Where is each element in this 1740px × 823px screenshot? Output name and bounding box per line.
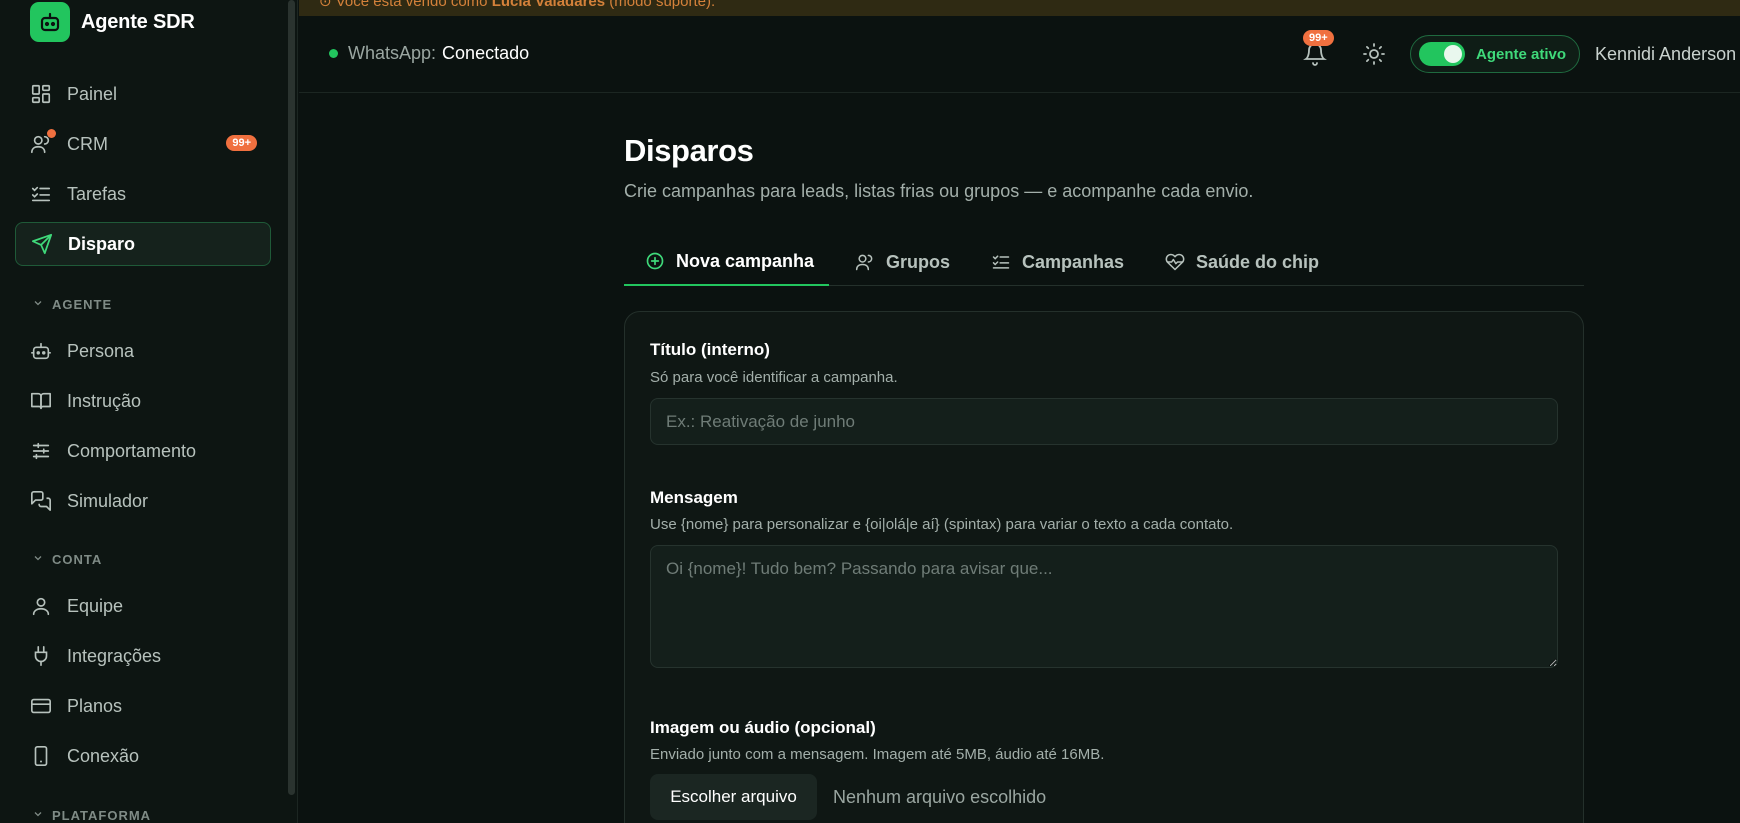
list-check-icon [990, 251, 1012, 273]
send-icon [30, 232, 54, 256]
section-title: CONTA [52, 552, 103, 567]
alert-dot [47, 129, 56, 138]
users-icon [29, 129, 56, 156]
sidebar-item-label: Tarefas [67, 183, 127, 204]
plus-circle-icon [644, 250, 666, 272]
credit-card-icon [29, 694, 53, 718]
sidebar-item-label: Comportamento [67, 440, 197, 461]
tab-label: Nova campanha [676, 250, 815, 271]
tab-nova-campanha[interactable]: Nova campanha [624, 238, 829, 286]
section-plataforma[interactable]: PLATAFORMA [32, 808, 151, 823]
tab-grupos[interactable]: Grupos [854, 238, 950, 286]
sidebar-item-comportamento[interactable]: Comportamento [15, 429, 271, 473]
sidebar-item-simulador[interactable]: Simulador [15, 479, 271, 523]
brand-name: Agente SDR [81, 10, 195, 33]
page-subtitle: Crie campanhas para leads, listas frias … [624, 181, 1254, 201]
sidebar-item-conexao[interactable]: Conexão [15, 734, 271, 778]
user-name[interactable]: Kennidi Anderson [1595, 44, 1736, 65]
section-title: PLATAFORMA [52, 808, 152, 823]
banner-text: ⊙ Você está vendo como Lucia Valadares (… [319, 0, 715, 10]
sidebar-item-persona[interactable]: Persona [15, 329, 271, 373]
book-icon [29, 389, 53, 413]
message-textarea[interactable] [650, 545, 1558, 668]
toggle-knob [1444, 45, 1462, 63]
robot-logo-icon [30, 2, 70, 42]
sidebar-item-equipe[interactable]: Equipe [15, 584, 271, 628]
sidebar-item-crm[interactable]: CRM 99+ [15, 122, 271, 166]
sliders-icon [29, 439, 53, 463]
agent-active-toggle[interactable]: Agente ativo [1410, 35, 1580, 73]
title-field-label: Título (interno) [650, 340, 770, 359]
chat-icon [29, 489, 53, 513]
user-icon [29, 594, 53, 618]
sun-icon[interactable] [1362, 42, 1388, 68]
sidebar-item-label: Planos [67, 695, 123, 716]
agent-label: Agente ativo [1476, 45, 1567, 63]
sidebar-item-tarefas[interactable]: Tarefas [15, 172, 271, 216]
message-field-help: Use {nome} para personalizar e {oi|olá|e… [650, 516, 1234, 533]
whatsapp-value: Conectado [442, 43, 530, 63]
plug-icon [29, 644, 53, 668]
sidebar-item-label: Instrução [67, 390, 142, 411]
tab-saude-do-chip[interactable]: Saúde do chip [1164, 238, 1319, 286]
whatsapp-label: WhatsApp: [348, 43, 437, 63]
sidebar: Agente SDR Painel CRM 99+ Tarefas Dispar… [0, 0, 298, 823]
sidebar-item-label: Disparo [68, 233, 136, 254]
dashboard-icon [29, 82, 53, 106]
sidebar-item-painel[interactable]: Painel [15, 72, 271, 116]
crm-count-badge: 99+ [226, 135, 257, 151]
choose-file-button[interactable]: Escolher arquivo [650, 774, 817, 820]
top-header: WhatsApp: Conectado 99+ Agente ativo Ken… [299, 16, 1740, 93]
sidebar-item-label: Painel [67, 83, 118, 104]
sidebar-item-instrucao[interactable]: Instrução [15, 379, 271, 423]
tab-campanhas[interactable]: Campanhas [990, 238, 1124, 286]
tab-label: Saúde do chip [1196, 251, 1320, 272]
whatsapp-status: WhatsApp: Conectado [329, 43, 529, 64]
alert-circle-icon: ⊙ [319, 0, 336, 10]
users-icon [854, 251, 876, 273]
page-title: Disparos [624, 133, 754, 168]
sidebar-item-disparo[interactable]: Disparo [15, 222, 271, 266]
tab-label: Campanhas [1022, 251, 1125, 272]
list-check-icon [29, 182, 53, 206]
campaign-form-card: Título (interno) Só para você identifica… [624, 311, 1584, 823]
smartphone-icon [29, 744, 53, 768]
sidebar-item-label: Simulador [67, 490, 149, 511]
notification-badge: 99+ [1303, 30, 1334, 46]
sidebar-item-label: CRM [67, 133, 108, 154]
brand[interactable]: Agente SDR [30, 2, 195, 42]
sidebar-item-label: Conexão [67, 745, 140, 766]
sidebar-item-planos[interactable]: Planos [15, 684, 271, 728]
support-mode-banner: ⊙ Você está vendo como Lucia Valadares (… [299, 0, 1740, 16]
media-field-help: Enviado junto com a mensagem. Imagem até… [650, 746, 1105, 763]
sidebar-scrollbar[interactable] [288, 0, 295, 795]
chevron-down-icon [32, 552, 44, 567]
no-file-text: Nenhum arquivo escolhido [833, 787, 1047, 807]
toggle-switch[interactable] [1419, 42, 1465, 66]
bot-icon [29, 339, 53, 363]
tab-bar: Nova campanha Grupos Campanhas Saúde do … [624, 238, 1584, 286]
chevron-down-icon [32, 297, 44, 312]
section-agente[interactable]: AGENTE [32, 297, 112, 312]
sidebar-item-label: Integrações [67, 645, 162, 666]
chevron-down-icon [32, 808, 44, 823]
heart-pulse-icon [1164, 251, 1186, 273]
tab-label: Grupos [886, 251, 951, 272]
sidebar-item-label: Equipe [67, 595, 124, 616]
message-field-label: Mensagem [650, 488, 738, 507]
title-field-help: Só para você identificar a campanha. [650, 369, 898, 386]
status-dot [329, 49, 338, 58]
section-title: AGENTE [52, 297, 113, 312]
media-field-label: Imagem ou áudio (opcional) [650, 718, 876, 737]
section-conta[interactable]: CONTA [32, 552, 102, 567]
sidebar-item-label: Persona [67, 340, 135, 361]
campaign-title-input[interactable] [650, 398, 1558, 445]
sidebar-item-integracoes[interactable]: Integrações [15, 634, 271, 678]
